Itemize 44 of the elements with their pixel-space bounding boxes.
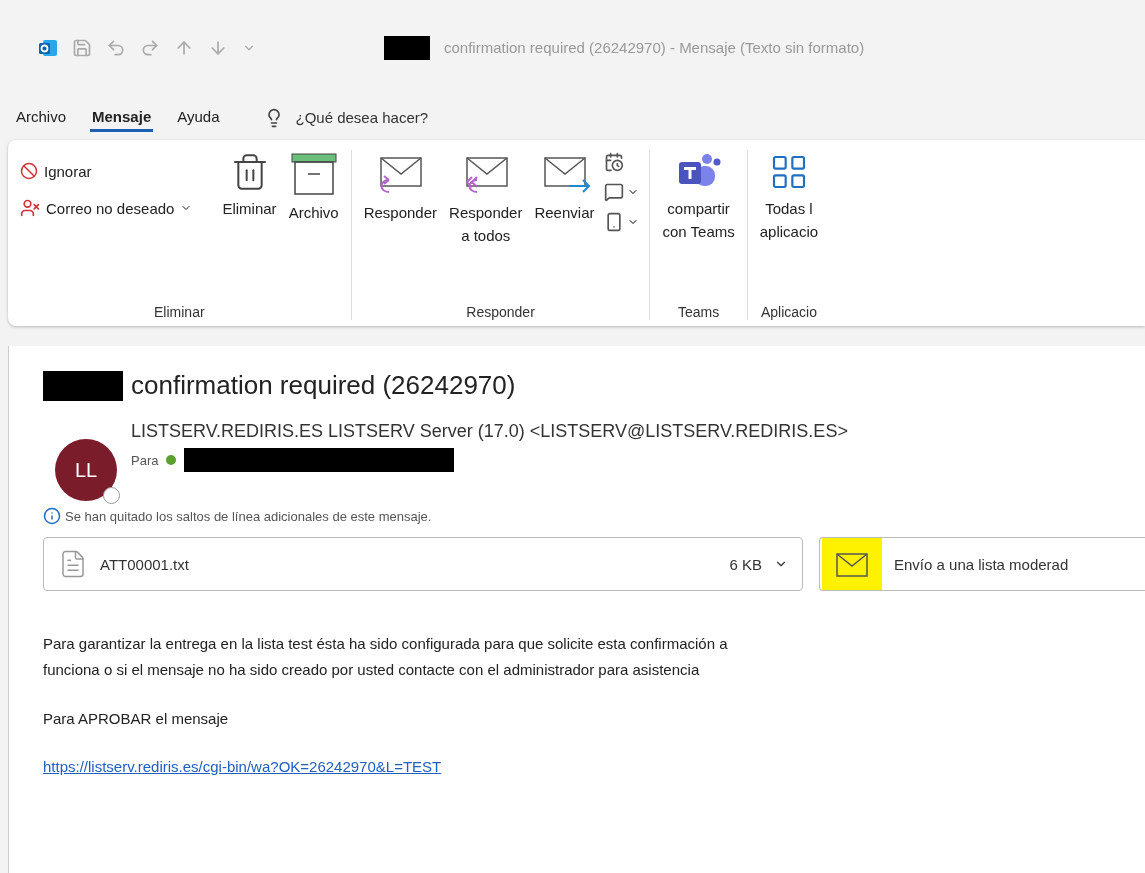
ribbon-button[interactable]: Eliminar (220, 150, 279, 223)
calendar-icon (604, 152, 625, 172)
ribbon-button[interactable]: Correo no deseado (18, 196, 195, 220)
device-button[interactable] (604, 212, 640, 232)
attachment-chip[interactable]: Envío a una lista moderad (819, 537, 1145, 591)
ribbon-button[interactable]: compartir con Teams (660, 150, 737, 245)
group-label: Teams (677, 304, 721, 320)
menu-tab[interactable]: Mensaje (90, 103, 154, 132)
sender-name: LISTSERV.REDIRIS.ES LISTSERV Server (17.0) <LISTSERV@LISTSERV.REDIRIS.ES> (131, 421, 848, 441)
save-icon (72, 37, 92, 58)
search-field[interactable]: ¿Qué desea hacer? (295, 109, 429, 126)
menu-tab[interactable]: Archivo (14, 103, 69, 132)
chat-button[interactable] (604, 182, 640, 202)
body-text: funciona o si el mensaje no ha sido creado por usted contacte con el administrador para asistencia (43, 660, 701, 681)
check-icon (166, 455, 177, 465)
presence-icon (103, 487, 120, 504)
attachment-chip[interactable]: ATT00001.txt 6 KB (43, 537, 803, 591)
message-subject: confirmation required (26242970) (131, 370, 516, 401)
archive-box-icon (289, 152, 338, 196)
junk-user-icon (20, 198, 40, 218)
ribbon-button[interactable]: Reenviar (532, 150, 597, 227)
group-label: Aplicacio (759, 304, 818, 320)
ribbon-button[interactable]: Archivo (286, 150, 341, 227)
info-icon (43, 507, 61, 525)
ribbon-button[interactable]: Todas l aplicacio (757, 150, 821, 245)
redo-icon (140, 37, 160, 58)
undo-icon (106, 37, 126, 58)
approve-link[interactable]: https://listserv.rediris.es/cgi-bin/wa?OK=26242970&L=TEST (43, 753, 1145, 780)
envelope-icon (836, 553, 868, 577)
window-title: confirmation required (26242970) - Mensaje (Texto sin formato) (444, 39, 865, 56)
body-text: Para APROBAR el mensaje (43, 708, 230, 729)
group-label: Responder (465, 304, 536, 320)
ribbon-button[interactable]: Ignorar (18, 160, 195, 182)
ribbon-button[interactable]: Responder (361, 150, 440, 227)
group-label: Eliminar (153, 304, 206, 320)
ignore-icon (20, 162, 38, 180)
avatar: LL (55, 439, 117, 501)
body-text: Para garantizar la entrega en la lista test ésta ha sido configurada para que solicite esta confirmación a (43, 634, 729, 654)
ribbon-button[interactable]: Responder a todos (447, 150, 525, 249)
chat-icon (604, 182, 625, 202)
info-text: Se han quitado los saltos de línea adicionales de este mensaje. (65, 508, 432, 524)
menu-tab[interactable]: Ayuda (175, 103, 222, 132)
app-logo-icon (38, 37, 58, 58)
to-label: Para (131, 452, 159, 468)
